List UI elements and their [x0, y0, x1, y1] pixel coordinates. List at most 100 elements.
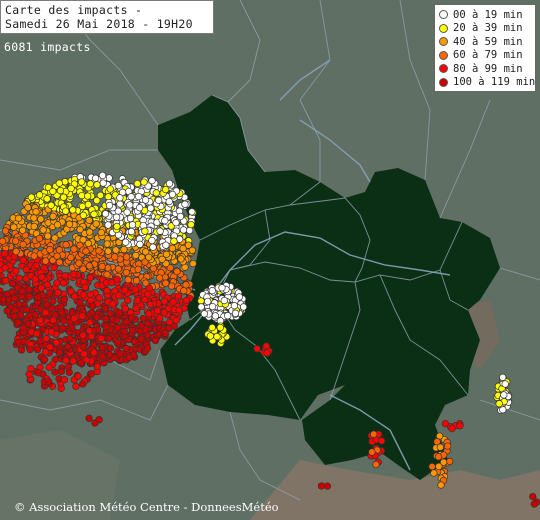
impact-dot [58, 308, 66, 317]
impact-dot [93, 196, 101, 205]
impact-dot [103, 287, 111, 295]
impact-dot [69, 206, 77, 214]
impact-dot [53, 221, 62, 229]
impact-dot [82, 247, 90, 255]
impact-dot [26, 345, 34, 354]
impact-dot [95, 247, 103, 255]
impact-dot [179, 244, 187, 253]
impact-dot [317, 482, 326, 490]
impact-dot [125, 353, 133, 362]
impact-dot [165, 179, 174, 188]
impact-dot [128, 221, 137, 229]
impact-dot [448, 424, 456, 433]
impact-dot [38, 273, 46, 281]
legend-item: 100 à 119 min [439, 76, 535, 90]
impact-dot [104, 221, 112, 229]
legend-item: 20 à 39 min [439, 22, 531, 36]
impact-dot [97, 334, 105, 343]
impact-dot [148, 236, 156, 245]
impact-dot [64, 343, 72, 351]
impact-dot [156, 314, 164, 322]
impact-count: 6081 impacts [4, 40, 91, 54]
impact-dot [168, 244, 177, 252]
impact-dot [156, 227, 164, 235]
impact-dot [54, 288, 62, 297]
impact-dot [14, 318, 22, 327]
impact-dot [85, 262, 94, 270]
legend-dot-3 [439, 50, 448, 60]
impact-dot [30, 222, 38, 231]
impact-dot [102, 323, 111, 331]
impact-dot [218, 284, 226, 292]
impact-dot [88, 309, 96, 317]
impact-dot [123, 318, 131, 326]
impact-dot [443, 442, 452, 450]
impact-dot [51, 234, 59, 242]
impact-dot [132, 304, 140, 312]
impact-dot [56, 186, 65, 195]
impact-dot [18, 226, 27, 234]
impact-dot [86, 290, 94, 298]
impact-dot [500, 391, 508, 399]
impact-dot [231, 309, 240, 317]
impact-dot [81, 283, 89, 291]
impact-dot [98, 344, 106, 352]
impact-dot [48, 304, 56, 312]
impact-dot [446, 457, 454, 466]
impact-dot [79, 265, 87, 273]
impact-dot [93, 363, 101, 371]
impact-dot [12, 267, 20, 275]
impact-dot [127, 227, 136, 236]
impact-dot [114, 265, 123, 273]
impact-dot [112, 213, 121, 221]
impact-dot [72, 382, 80, 391]
impact-dot [59, 279, 68, 287]
impact-dot [34, 369, 43, 377]
impact-dot [64, 363, 73, 371]
impact-dot [40, 355, 49, 364]
impact-dot [188, 208, 196, 216]
impact-dot [47, 201, 55, 209]
impact-dot [86, 228, 94, 236]
impact-dot [75, 259, 83, 267]
impact-dot [168, 190, 177, 199]
impact-dot [437, 481, 445, 489]
impact-dot [97, 228, 105, 237]
impact-dot [68, 323, 76, 332]
impact-dot [235, 293, 244, 301]
impact-dot [31, 311, 40, 319]
impact-dot [25, 286, 33, 294]
impact-dot [141, 196, 150, 204]
impact-dot [32, 261, 41, 270]
impact-dot [30, 214, 38, 222]
impact-dot [148, 177, 156, 185]
impact-dot [499, 406, 507, 414]
impact-dot [140, 178, 148, 186]
impact-dot [53, 252, 61, 260]
impact-dot [42, 308, 50, 317]
impact-dot [19, 256, 27, 264]
impact-dot [133, 179, 142, 188]
legend-item: 60 à 79 min [439, 49, 531, 63]
impact-dot [153, 307, 162, 315]
impact-dot [59, 324, 67, 332]
impact-dot [25, 292, 34, 301]
impact-dot [128, 326, 137, 335]
impact-dot [50, 264, 58, 272]
impact-dot [132, 277, 141, 285]
impact-dot [87, 332, 96, 341]
legend-dot-0 [439, 10, 448, 20]
impact-dot [113, 338, 121, 347]
impact-dot [370, 430, 378, 438]
impact-dot [17, 346, 26, 354]
impact-dot [59, 317, 68, 325]
impact-dot [82, 356, 91, 364]
impact-dot [47, 328, 56, 336]
impact-dot [0, 295, 7, 304]
impact-dot [85, 414, 93, 422]
impact-dot [86, 319, 94, 327]
impact-dot [31, 275, 39, 283]
impact-dot [162, 241, 170, 249]
impact-dot [60, 376, 69, 384]
impact-dot [216, 323, 224, 332]
